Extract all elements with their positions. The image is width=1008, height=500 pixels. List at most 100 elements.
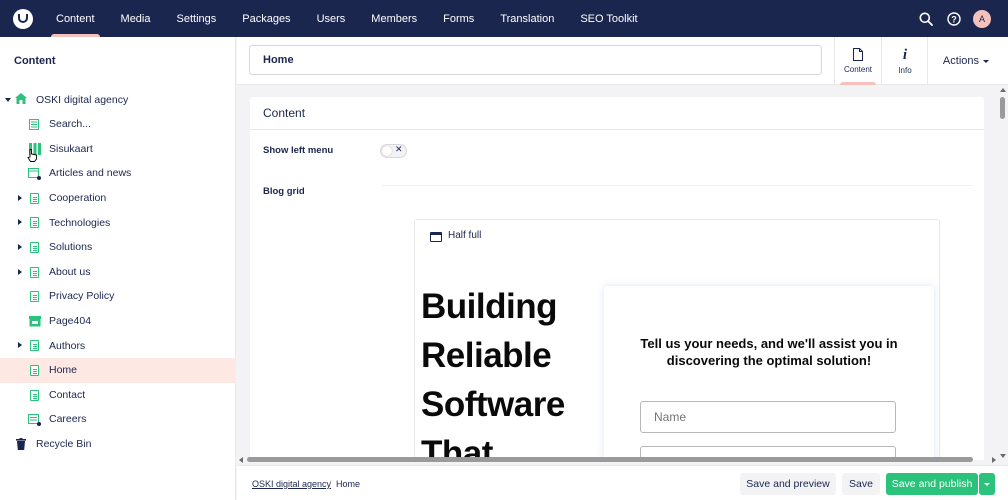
card-divider [250, 129, 984, 130]
tree-item-label: Authors [49, 339, 86, 352]
tree-item-contact[interactable]: Contact [0, 383, 236, 408]
tree-item-recycle-bin[interactable]: Recycle Bin [0, 432, 236, 457]
nav-item-content[interactable]: Content [43, 0, 108, 37]
name-field[interactable] [640, 401, 896, 433]
top-navigation: Content Media Settings Packages Users Me… [0, 0, 1008, 37]
close-icon: ✕ [395, 144, 403, 154]
header-divider [927, 37, 928, 85]
doc-icon [30, 291, 39, 303]
editor-header: Content i Info Actions [237, 37, 1008, 85]
hero-line: Reliable [421, 336, 552, 375]
tree-item-sisukaart[interactable]: Sisukaart [0, 137, 236, 162]
content-group-card: Content Show left menu ✕ Blog grid Half … [250, 97, 984, 460]
nav-item-members[interactable]: Members [358, 0, 430, 37]
show-left-menu-label: Show left menu [263, 145, 334, 156]
tree-item-articles-and-news[interactable]: Articles and news [0, 161, 236, 186]
tree-item-technologies[interactable]: Technologies [0, 210, 236, 235]
tree-item-privacy-policy[interactable]: Privacy Policy [0, 284, 236, 309]
tree-item-solutions[interactable]: Solutions [0, 235, 236, 260]
form-heading: Tell us your needs, and we'll assist you… [640, 336, 898, 368]
doc-icon [30, 389, 39, 401]
layout-window-icon [430, 232, 442, 242]
scroll-up-arrow-icon[interactable] [1000, 88, 1006, 92]
tab-info[interactable]: i Info [882, 37, 928, 85]
breadcrumb-current: Home [336, 479, 361, 489]
breadcrumb-separator: / [329, 479, 332, 489]
hero-line: Software [421, 385, 565, 424]
actions-button[interactable]: Actions [943, 37, 989, 85]
user-avatar[interactable]: A [973, 9, 991, 28]
breadcrumb-link[interactable]: OSKI digital agency [252, 479, 331, 489]
caret-right-icon[interactable] [18, 194, 22, 201]
nav-item-packages[interactable]: Packages [229, 0, 303, 37]
tree-item-home[interactable]: Home [0, 357, 236, 383]
save-and-publish-button[interactable]: Save and publish [886, 473, 978, 495]
tree-item-page404[interactable]: Page404 [0, 309, 236, 334]
vertical-scrollbar[interactable] [998, 86, 1008, 460]
calendar-icon [28, 167, 41, 183]
help-icon[interactable]: ? [940, 0, 968, 37]
tree-item-label: Technologies [49, 216, 111, 229]
umbraco-logo-icon[interactable] [13, 8, 33, 29]
doc-icon [30, 217, 39, 229]
contact-form-preview: Tell us your needs, and we'll assist you… [604, 286, 934, 460]
tree-item-authors[interactable]: Authors [0, 333, 236, 358]
vertical-scroll-thumb[interactable] [1000, 97, 1005, 119]
scroll-left-arrow-icon[interactable] [239, 457, 243, 463]
doc-icon [30, 340, 39, 352]
node-name-input[interactable] [249, 45, 822, 75]
tree-item-label: Recycle Bin [36, 438, 92, 451]
nav-item-settings[interactable]: Settings [164, 0, 230, 37]
page404-icon [29, 315, 41, 330]
scroll-down-arrow-icon[interactable] [1000, 454, 1006, 458]
tree-item-label: Articles and news [49, 167, 132, 180]
tab-content[interactable]: Content [835, 37, 881, 85]
caret-down-icon[interactable] [5, 98, 11, 102]
doc-icon [30, 266, 39, 278]
tree-item-careers[interactable]: Careers [0, 407, 236, 432]
tree-item-label: Contact [49, 388, 86, 401]
tree-item-label: Careers [49, 413, 87, 426]
tree-item-search[interactable]: Search... [0, 112, 236, 137]
tree-item-label: Home [49, 364, 78, 377]
blog-grid-label: Blog grid [263, 186, 305, 197]
careers-icon [28, 413, 41, 429]
tree-item-cooperation[interactable]: Cooperation [0, 186, 236, 211]
tab-info-label: Info [898, 65, 912, 75]
grid-layout-block[interactable]: Half full Building Reliable Software Tha… [414, 219, 940, 460]
chevron-down-icon [984, 482, 990, 486]
doc-icon [30, 241, 39, 253]
doc-icon [30, 364, 39, 376]
group-title: Content [263, 106, 306, 120]
tree-item-label: Solutions [49, 241, 93, 254]
search-icon[interactable] [912, 0, 940, 37]
nav-item-media[interactable]: Media [108, 0, 164, 37]
layout-label: Half full [448, 230, 482, 241]
show-left-menu-toggle[interactable]: ✕ [380, 144, 407, 158]
actions-label: Actions [942, 55, 979, 67]
save-and-preview-button[interactable]: Save and preview [740, 473, 836, 495]
scroll-right-arrow-icon[interactable] [992, 457, 996, 463]
tree-root-label: OSKI digital agency [36, 93, 129, 106]
toggle-knob [382, 146, 392, 156]
caret-right-icon[interactable] [18, 342, 22, 349]
nav-item-users[interactable]: Users [304, 0, 359, 37]
tree-item-about-us[interactable]: About us [0, 260, 236, 285]
publish-options-button[interactable] [979, 473, 995, 495]
hero-heading-preview: Building Reliable Software That [421, 282, 565, 460]
horizontal-scrollbar[interactable] [237, 455, 998, 465]
nav-item-translation[interactable]: Translation [487, 0, 567, 37]
hero-line: Building [421, 287, 557, 326]
nav-item-forms[interactable]: Forms [430, 0, 487, 37]
tree-root-oski[interactable]: OSKI digital agency [0, 87, 236, 112]
caret-right-icon[interactable] [18, 219, 22, 226]
horizontal-scroll-thumb[interactable] [247, 457, 973, 462]
nav-item-seo-toolkit[interactable]: SEO Toolkit [567, 0, 650, 37]
caret-right-icon[interactable] [18, 268, 22, 275]
editor-main: Content Show left menu ✕ Blog grid Half … [237, 86, 1008, 460]
tree-item-label: Cooperation [49, 192, 107, 205]
save-button[interactable]: Save [842, 473, 880, 495]
document-icon [853, 48, 863, 61]
info-icon: i [902, 46, 908, 63]
caret-right-icon[interactable] [18, 243, 22, 250]
